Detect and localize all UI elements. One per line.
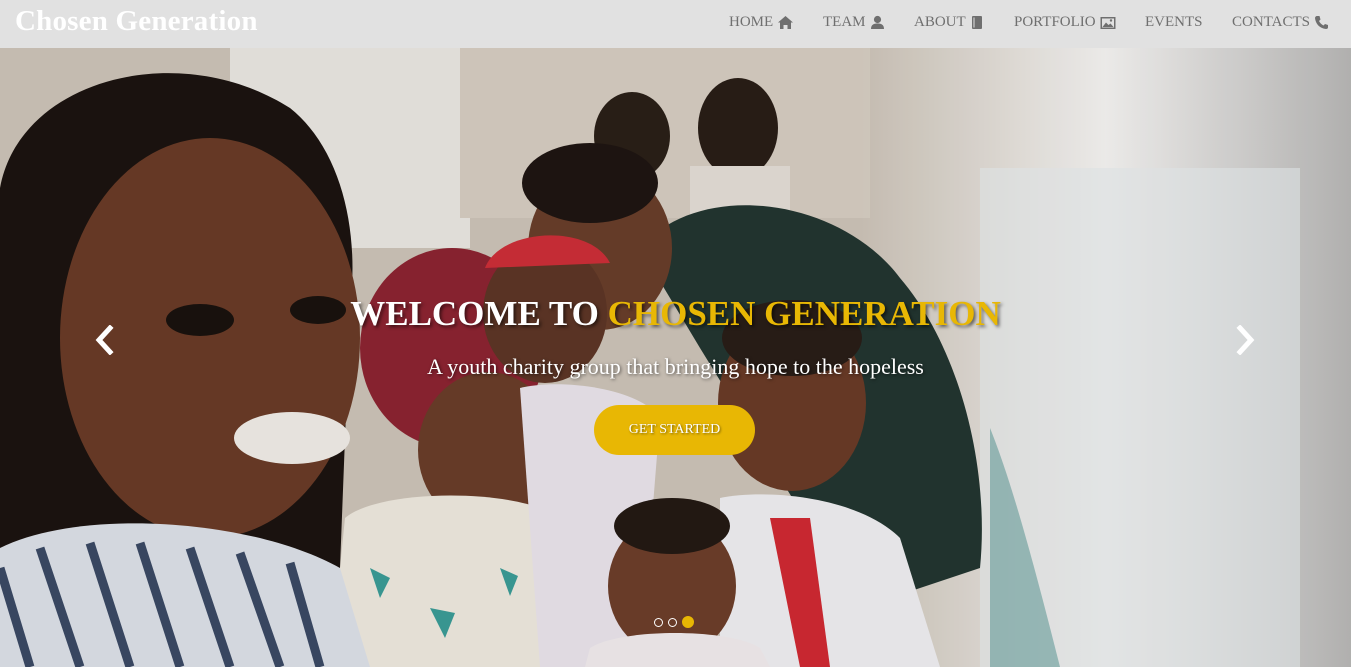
nav-team[interactable]: TEAM	[823, 14, 885, 31]
carousel-indicator-2[interactable]	[668, 617, 677, 627]
carousel-next-button[interactable]	[1230, 323, 1260, 357]
nav-events[interactable]: EVENTS	[1145, 14, 1203, 31]
user-icon	[870, 15, 884, 29]
headline-prefix: WELCOME TO	[350, 294, 608, 333]
nav-about[interactable]: ABOUT	[914, 14, 984, 31]
nav-home[interactable]: HOME	[729, 14, 794, 31]
top-navbar: Chosen Generation HOME TEAM ABOUT PORTFO…	[0, 0, 1351, 48]
chevron-left-icon	[95, 325, 114, 355]
chevron-right-icon	[1236, 325, 1255, 355]
hero-tagline: A youth charity group that bringing hope…	[427, 354, 924, 379]
nav-team-label: TEAM	[823, 14, 866, 30]
carousel-indicator-1[interactable]	[654, 617, 663, 627]
hero-carousel: WELCOME TO CHOSEN GENERATION A youth cha…	[0, 48, 1351, 667]
brand-logo[interactable]: Chosen Generation	[15, 5, 258, 38]
nav-portfolio-label: PORTFOLIO	[1014, 14, 1096, 30]
nav-contacts-label: CONTACTS	[1232, 14, 1310, 30]
nav-portfolio[interactable]: PORTFOLIO	[1014, 14, 1116, 31]
get-started-button[interactable]: GET STARTED	[594, 405, 755, 455]
nav-events-label: EVENTS	[1145, 14, 1203, 30]
nav-contacts[interactable]: CONTACTS	[1232, 14, 1329, 31]
image-icon	[1100, 16, 1116, 29]
book-icon	[971, 16, 982, 29]
phone-icon	[1314, 16, 1328, 29]
home-icon	[778, 16, 794, 29]
carousel-prev-button[interactable]	[90, 323, 120, 357]
headline-accent: CHOSEN GENERATION	[607, 294, 1001, 333]
carousel-indicators	[654, 616, 694, 628]
nav-about-label: ABOUT	[914, 14, 966, 30]
hero-headline: WELCOME TO CHOSEN GENERATION	[0, 294, 1351, 334]
carousel-indicator-3[interactable]	[682, 616, 694, 628]
nav-home-label: HOME	[729, 14, 774, 30]
